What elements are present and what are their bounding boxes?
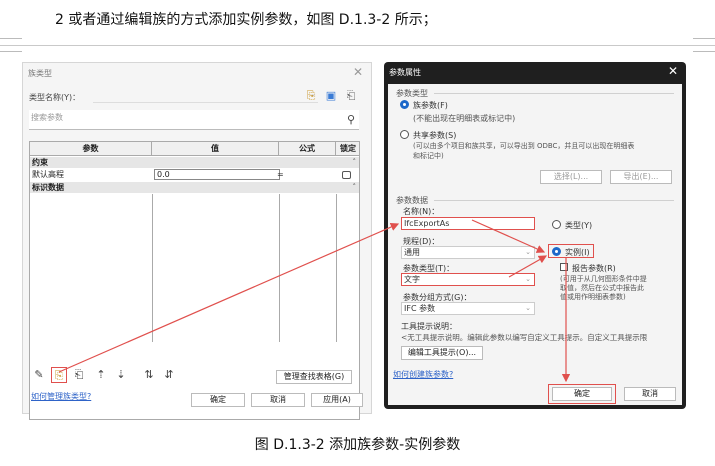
family-param-note: (不能出现在明细表或标记中) [413,114,516,123]
col-formula[interactable]: 公式 [279,142,336,156]
shared-param-label[interactable]: 共享参数(S) [413,130,456,141]
apply-button[interactable]: 应用(A) [311,393,363,407]
section-divider [434,93,674,94]
param-type-label: 参数类型 [396,89,428,98]
new-parameter-icon[interactable]: ⎘ [51,367,67,383]
left-edge-mark [0,38,22,52]
table-row[interactable]: 默认高程 0.0 = [30,169,359,181]
export-button[interactable]: 导出(E)... [610,170,672,184]
search-placeholder: 搜索参数 [31,113,63,122]
type-name-select[interactable]: ⌄ [93,90,318,103]
shared-param-note-2: 和标记中) [413,152,444,160]
ok-button[interactable]: 确定 [191,393,245,407]
tooltip-value: <无工具提示说明。编辑此参数以编写自定义工具提示。自定义工具提示限 [401,333,648,342]
group-label: 约束 [32,158,48,167]
tooltip-label: 工具提示说明： [401,322,457,331]
close-icon[interactable]: ✕ [668,64,678,78]
lock-checkbox[interactable] [342,171,351,179]
ok-button[interactable]: 确定 [552,387,612,401]
family-types-dialog: 族类型 ✕ 类型名称(Y)： ⌄ ⎘ ▣ ⎗ 搜索参数 ⚲ 参数 值 公式 锁定… [22,62,372,420]
report-note-3: 值或用作明细表参数) [560,293,626,301]
sort-ascending-icon[interactable]: ⇅ [141,367,157,383]
group-select[interactable]: IFC 参数 ⌄ [401,302,535,315]
group-label: 标识数据 [32,183,64,192]
cancel-button[interactable]: 取消 [624,387,676,401]
chevron-down-icon: ⌄ [525,304,531,312]
group-value: IFC 参数 [404,304,436,313]
instance-radio[interactable] [552,247,561,256]
param-data-label: 参数数据 [396,196,428,205]
shared-param-radio[interactable] [400,130,409,139]
collapse-marker: ˄ [352,183,357,191]
delete-type-icon[interactable]: ⎗ [343,89,359,103]
col-divider [336,194,337,342]
parameter-properties-dialog: 参数属性 ✕ 参数类型 族参数(F) (不能出现在明细表或标记中) 共享参数(S… [384,62,686,409]
group-row-identity[interactable]: 标识数据 ˄ [30,182,359,193]
new-type-icon[interactable]: ⎘ [303,89,319,103]
section-divider [434,200,674,201]
param-formula[interactable]: = [277,169,284,181]
right-edge-mark [693,38,715,52]
select-button[interactable]: 选择(L)... [540,170,602,184]
collapse-marker: ˄ [352,158,357,166]
report-param-label[interactable]: 报告参数(R) [572,263,616,274]
type-radio-label[interactable]: 类型(Y) [565,220,592,231]
shared-param-note-1: (可以由多个项目和族共享，可以导出到 ODBC，并且可以出现在明细表 [413,142,635,150]
move-down-icon[interactable]: ⇣ [113,367,129,383]
help-link[interactable]: 如何管理族类型? [31,391,91,402]
help-link[interactable]: 如何创建族参数? [393,369,453,380]
search-input[interactable]: 搜索参数 ⚲ [29,110,359,130]
col-value[interactable]: 值 [152,142,279,156]
dialog-title: 族类型 [28,69,52,78]
dialog-body: 参数类型 族参数(F) (不能出现在明细表或标记中) 共享参数(S) (可以由多… [388,84,682,405]
sort-descending-icon[interactable]: ⇵ [161,367,177,383]
grid-header: 参数 值 公式 锁定 [30,142,359,156]
col-divider [279,194,280,342]
name-label: 名称(N)： [403,207,440,216]
chevron-down-icon: ⌄ [525,248,531,256]
discipline-value: 通用 [404,248,420,257]
family-param-label[interactable]: 族参数(F) [413,100,448,111]
family-param-radio[interactable] [400,100,409,109]
manage-lookup-button[interactable]: 管理查找表格(G) [276,370,352,384]
param-value-field[interactable]: 0.0 [154,169,280,180]
dialog-title: 参数属性 [389,68,421,77]
param-kind-value: 文字 [404,275,420,284]
cancel-button[interactable]: 取消 [251,393,305,407]
col-parameter[interactable]: 参数 [30,142,152,156]
pencil-icon[interactable]: ✎ [31,367,47,383]
divider-line [0,45,715,46]
col-lock[interactable]: 锁定 [336,142,360,156]
param-kind-select[interactable]: 文字 ⌄ [401,273,535,286]
move-up-icon[interactable]: ⇡ [93,367,109,383]
rename-type-icon[interactable]: ▣ [323,89,339,103]
type-radio[interactable] [552,220,561,229]
discipline-select[interactable]: 通用 ⌄ [401,246,535,259]
edit-parameter-icon[interactable]: ⎗ [71,367,87,383]
col-divider [152,194,153,342]
close-icon[interactable]: ✕ [353,65,363,79]
type-name-label: 类型名称(Y)： [29,93,81,102]
instruction-text: 2 或者通过编辑族的方式添加实例参数，如图 D.1.3-2 所示； [55,12,437,28]
param-name: 默认高程 [32,170,64,179]
chevron-down-icon: ⌄ [525,275,531,283]
edit-tooltip-button[interactable]: 编辑工具提示(O)... [401,346,483,360]
search-icon[interactable]: ⚲ [347,113,355,126]
report-param-checkbox[interactable] [560,263,568,271]
group-row-constraints[interactable]: 约束 ˄ [30,157,359,168]
instance-radio-label[interactable]: 实例(I) [565,247,590,258]
name-input[interactable]: IfcExportAs [401,217,535,230]
figure-caption: 图 D.1.3-2 添加族参数-实例参数 [254,437,461,453]
